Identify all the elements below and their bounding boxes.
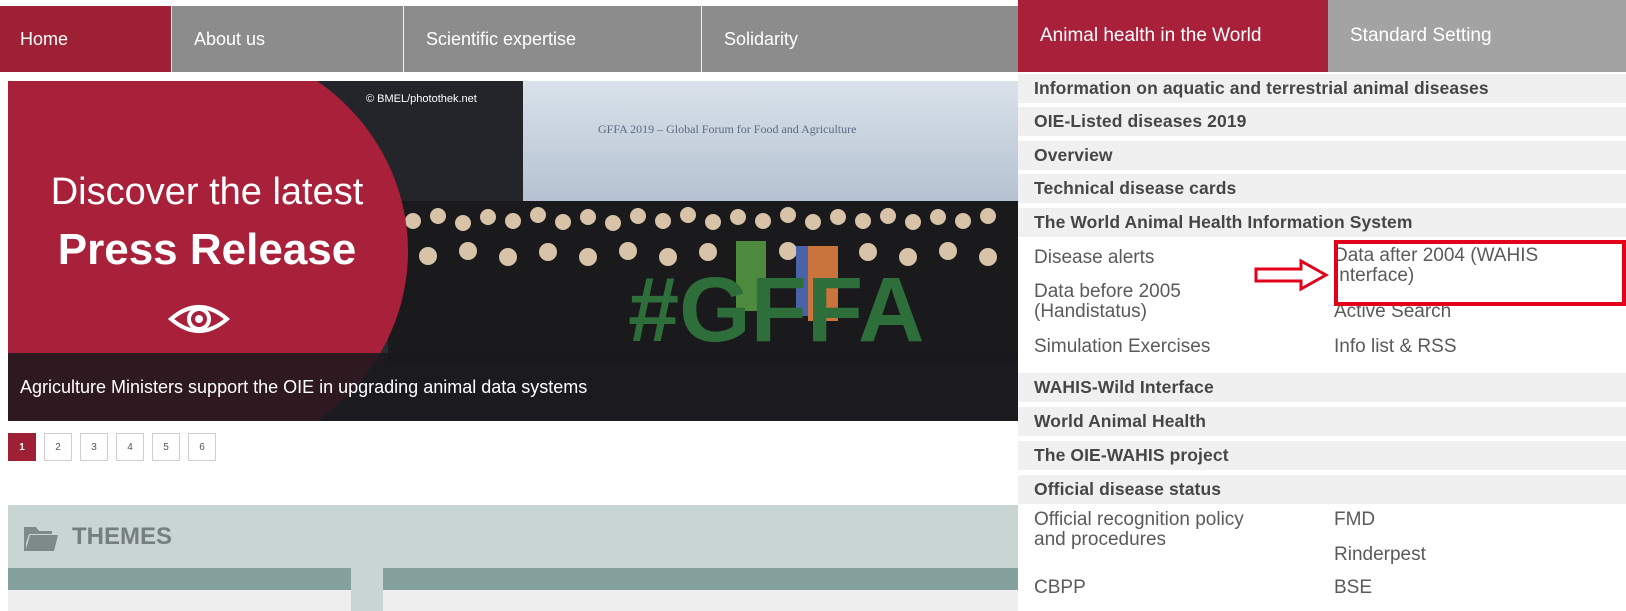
link-data-before-2005[interactable]: Data before 2005 (Handistatus) [1034,282,1181,322]
link-cbpp[interactable]: CBPP [1034,578,1086,598]
animal-health-menu: Animal health in the World Standard Sett… [1018,0,1626,611]
menu-world-animal-health[interactable]: World Animal Health [1018,406,1626,436]
link-line: and procedures [1034,529,1167,550]
link-rinderpest[interactable]: Rinderpest [1334,545,1426,565]
gffa-banner: GFFA 2019 – Global Forum for Food and Ag… [598,122,856,136]
tab-animal-health-world[interactable]: Animal health in the World [1018,0,1328,72]
menu-wahis[interactable]: The World Animal Health Information Syst… [1018,207,1626,237]
nav-scientific-expertise[interactable]: Scientific expertise [404,6,702,72]
menu-official-status[interactable]: Official disease status [1018,474,1626,504]
promo-headline: Discover the latest [50,171,364,213]
eye-icon[interactable] [168,299,230,339]
link-line: Data before 2005 [1034,281,1181,302]
arrow-right-icon [1254,258,1329,292]
promo-title: Press Release [57,225,357,274]
page-button[interactable]: 1 [8,433,36,461]
menu-overview[interactable]: Overview [1018,140,1626,170]
link-info-list-rss[interactable]: Info list & RSS [1334,337,1457,357]
gffa-hashtag: #GFFA [628,259,924,361]
nav-solidarity[interactable]: Solidarity [702,6,1018,72]
link-line: Official recognition policy [1034,509,1244,530]
page-button[interactable]: 5 [152,433,180,461]
tab-standard-setting[interactable]: Standard Setting [1328,0,1626,72]
menu-technical-cards[interactable]: Technical disease cards [1018,173,1626,203]
menu-wahis-wild[interactable]: WAHIS-Wild Interface [1018,372,1626,402]
theme-card[interactable] [8,568,351,611]
link-fmd[interactable]: FMD [1334,510,1375,530]
card-strip [383,568,1018,590]
theme-card[interactable] [383,568,1018,611]
menu-listed-diseases[interactable]: OIE-Listed diseases 2019 [1018,106,1626,136]
page-button[interactable]: 2 [44,433,72,461]
link-disease-alerts[interactable]: Disease alerts [1034,248,1154,268]
link-official-recognition[interactable]: Official recognition policy and procedur… [1034,510,1244,550]
link-bse[interactable]: BSE [1334,578,1372,598]
page-button[interactable]: 6 [188,433,216,461]
card-strip [8,568,351,590]
main-nav: Home About us Scientific expertise Solid… [0,6,1018,72]
photo-credit: © BMEL/photothek.net [366,93,477,105]
right-tabs: Animal health in the World Standard Sett… [1018,0,1626,72]
link-line: (Handistatus) [1034,301,1147,322]
page-button[interactable]: 4 [116,433,144,461]
themes-section: THEMES [8,505,1018,611]
highlight-box [1334,240,1626,306]
nav-about-us[interactable]: About us [172,6,404,72]
menu-wahis-project[interactable]: The OIE-WAHIS project [1018,440,1626,470]
hero-slide[interactable]: #GFFA © BMEL/photothek.net GFFA 2019 – G… [8,81,1018,421]
svg-text:GFFA 2019 – Global Forum for F: GFFA 2019 – Global Forum for Food and Ag… [598,122,856,136]
themes-title: THEMES [72,523,173,550]
link-simulation-exercises[interactable]: Simulation Exercises [1034,337,1210,357]
page-button[interactable]: 3 [80,433,108,461]
slide-pager: 1 2 3 4 5 6 [8,433,216,461]
menu-info-diseases[interactable]: Information on aquatic and terrestrial a… [1018,73,1626,103]
folder-icon [24,527,58,551]
slide-caption[interactable]: Agriculture Ministers support the OIE in… [20,377,587,398]
nav-home[interactable]: Home [0,6,172,72]
